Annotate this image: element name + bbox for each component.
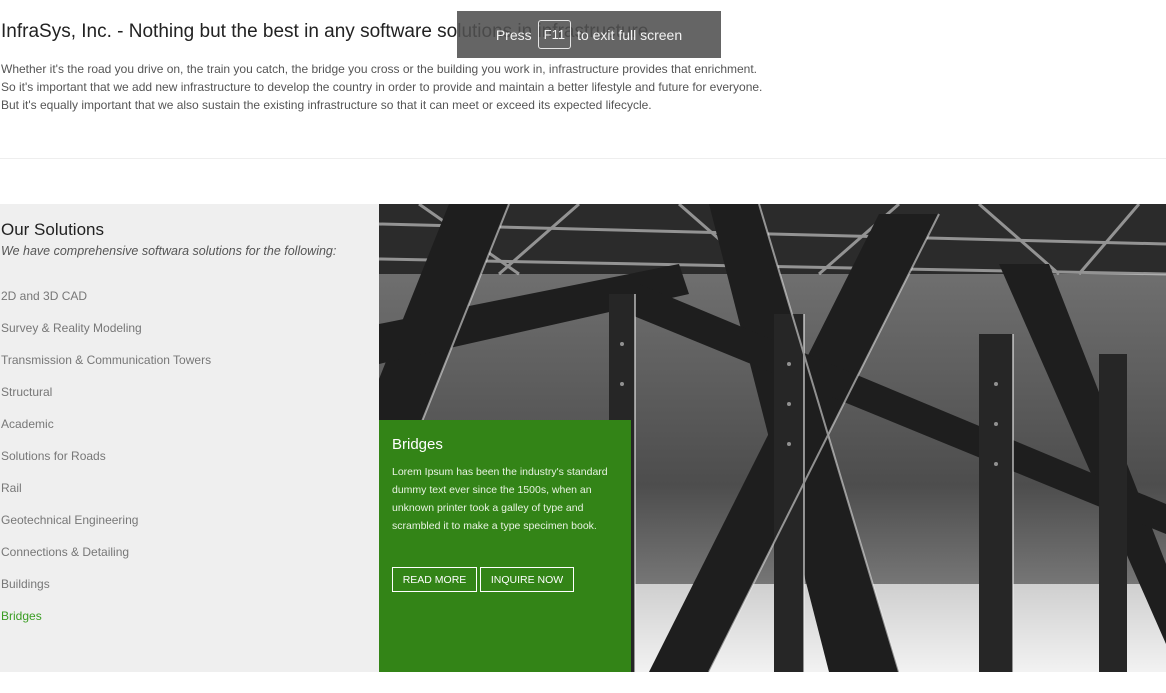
solution-link-geotechnical[interactable]: Geotechnical Engineering	[1, 512, 211, 544]
toast-message: to exit full screen	[577, 26, 683, 43]
inquire-now-button[interactable]: INQUIRE NOW	[480, 567, 574, 592]
intro-paragraph: Whether it's the road you drive on, the …	[1, 60, 1161, 114]
solution-link-bridges[interactable]: Bridges	[1, 608, 211, 640]
solutions-heading: Our Solutions	[1, 220, 104, 239]
solutions-list: 2D and 3D CAD Survey & Reality Modeling …	[1, 288, 211, 640]
f11-key-badge: F11	[537, 20, 572, 49]
solutions-panel: Our Solutions We have comprehensive soft…	[0, 204, 379, 672]
feature-title: Bridges	[392, 436, 443, 453]
solution-link-rail[interactable]: Rail	[1, 480, 211, 512]
solution-link-survey-reality-modeling[interactable]: Survey & Reality Modeling	[1, 320, 211, 352]
section-divider	[0, 158, 1166, 159]
solution-link-academic[interactable]: Academic	[1, 416, 211, 448]
solution-link-transmission-towers[interactable]: Transmission & Communication Towers	[1, 352, 211, 384]
solution-link-2d-3d-cad[interactable]: 2D and 3D CAD	[1, 288, 211, 320]
toast-press-label: Press	[495, 26, 532, 43]
solution-link-roads[interactable]: Solutions for Roads	[1, 448, 211, 480]
feature-card: Bridges Lorem Ipsum has been the industr…	[379, 420, 631, 672]
fullscreen-exit-toast: Press F11 to exit full screen	[457, 11, 721, 58]
solution-link-connections-detailing[interactable]: Connections & Detailing	[1, 544, 211, 576]
intro-line: Whether it's the road you drive on, the …	[1, 62, 758, 76]
read-more-button[interactable]: READ MORE	[392, 567, 477, 592]
feature-description: Lorem Ipsum has been the industry's stan…	[392, 466, 608, 532]
solution-link-structural[interactable]: Structural	[1, 384, 211, 416]
solution-link-buildings[interactable]: Buildings	[1, 576, 211, 608]
intro-line: But it's equally important that we also …	[1, 98, 652, 112]
solutions-subheading: We have comprehensive softwara solutions…	[1, 244, 337, 258]
intro-line: So it's important that we add new infras…	[1, 80, 763, 94]
